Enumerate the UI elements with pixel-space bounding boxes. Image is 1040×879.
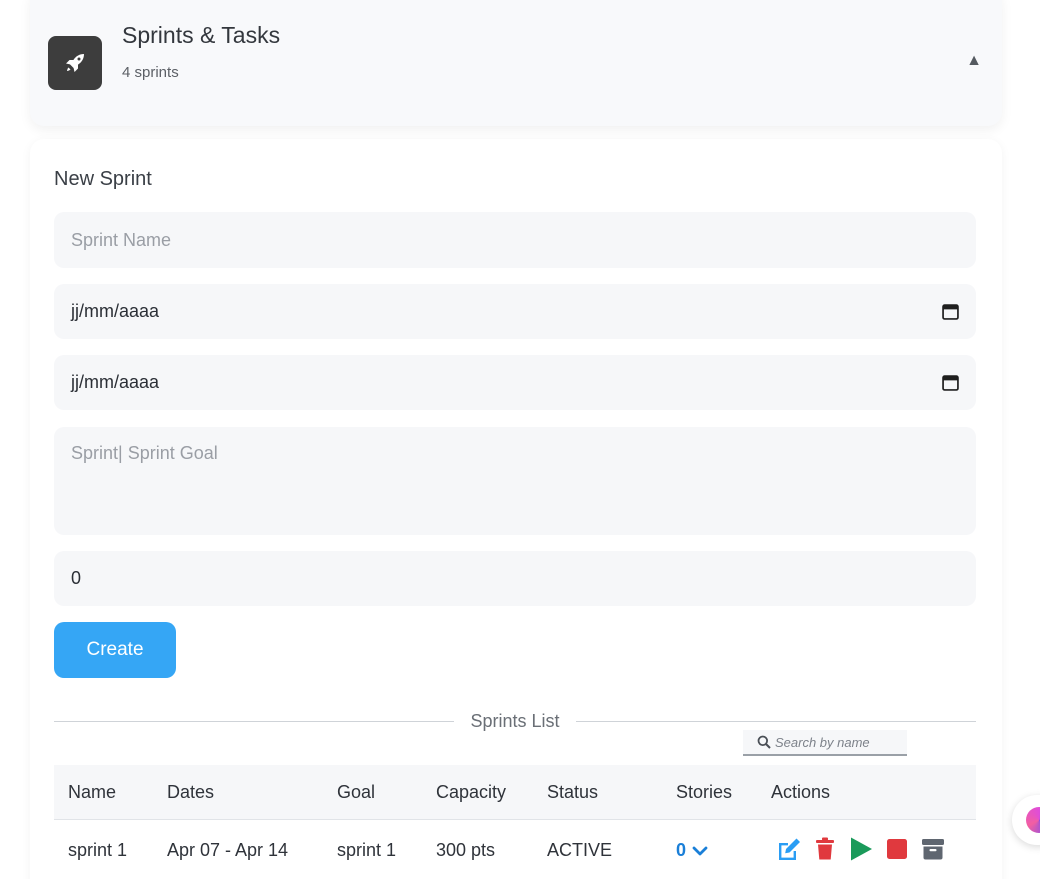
new-sprint-title: New Sprint: [54, 168, 152, 190]
chevron-down-icon[interactable]: [692, 845, 708, 857]
sprint-goal-input[interactable]: [54, 427, 976, 535]
sprint-count: 4 sprints: [122, 64, 179, 81]
play-icon: [851, 837, 872, 861]
stop-icon: [887, 839, 907, 859]
stop-sprint-button[interactable]: [884, 836, 910, 862]
row-status: ACTIVE: [547, 840, 613, 860]
sprints-header-card: Sprints & Tasks 4 sprints ▲: [30, 0, 1002, 126]
archive-button[interactable]: [920, 836, 946, 862]
row-actions: [776, 836, 946, 862]
collapse-toggle-icon[interactable]: ▲: [966, 52, 982, 70]
stories-count: 0: [676, 840, 687, 860]
column-header-actions: Actions: [771, 782, 831, 802]
edit-button[interactable]: [776, 836, 802, 862]
divider-line: [54, 721, 454, 722]
row-name: sprint 1: [68, 840, 128, 860]
column-header-capacity[interactable]: Capacity: [436, 782, 506, 803]
column-header-name[interactable]: Name: [68, 782, 116, 803]
sprint-name-input[interactable]: [54, 212, 976, 268]
create-button[interactable]: Create: [54, 622, 176, 678]
end-date-input[interactable]: jj/mm/aaaa: [54, 355, 976, 410]
delete-button[interactable]: [812, 836, 838, 862]
sprints-list-title: Sprints List: [470, 711, 560, 731]
assistant-bubble[interactable]: [1012, 795, 1040, 845]
stories-toggle[interactable]: 0: [676, 840, 708, 861]
row-capacity: 300 pts: [436, 840, 496, 860]
archive-icon: [922, 839, 944, 860]
column-header-goal[interactable]: Goal: [337, 782, 375, 803]
calendar-icon[interactable]: [942, 374, 959, 391]
start-date-input[interactable]: jj/mm/aaaa: [54, 284, 976, 339]
column-header-status[interactable]: Status: [547, 782, 598, 803]
assistant-icon: [1026, 807, 1040, 833]
column-header-dates[interactable]: Dates: [167, 782, 214, 803]
column-header-stories[interactable]: Stories: [676, 782, 732, 803]
divider-line: [576, 721, 976, 722]
start-sprint-button[interactable]: [848, 836, 874, 862]
page-title: Sprints & Tasks: [122, 22, 281, 48]
calendar-icon[interactable]: [942, 303, 959, 320]
rocket-icon: [48, 36, 102, 90]
search-box[interactable]: [743, 730, 907, 756]
search-icon: [757, 735, 771, 749]
row-goal: sprint 1: [337, 840, 397, 860]
start-date-value: jj/mm/aaaa: [71, 301, 160, 321]
capacity-input[interactable]: [54, 551, 976, 606]
end-date-value: jj/mm/aaaa: [71, 372, 160, 392]
row-dates: Apr 07 - Apr 14: [167, 840, 289, 860]
search-input[interactable]: [775, 734, 905, 750]
edit-icon: [779, 838, 800, 860]
trash-icon: [816, 837, 834, 860]
